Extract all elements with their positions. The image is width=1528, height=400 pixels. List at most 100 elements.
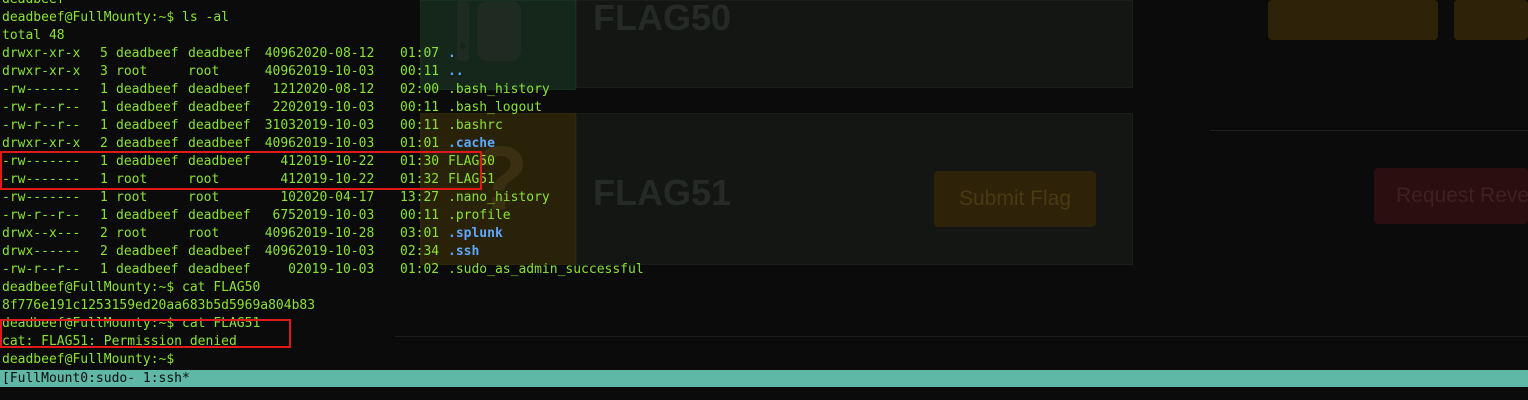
ls-entry-row: drwx--x--- 2 root root 40962019-10-28 03:01 .s… bbox=[2, 225, 503, 243]
prompt: deadbeef@FullMounty:~$ bbox=[2, 352, 175, 367]
ls-directory-name: .splunk bbox=[448, 226, 503, 241]
ls-date: 2019-10-03 bbox=[296, 100, 375, 115]
ls-file-name: .bashrc bbox=[448, 118, 503, 133]
prompt-line-current[interactable]: deadbeef@FullMounty:~$ bbox=[2, 351, 174, 369]
ls-entry-row: drwxr-xr-x 3 root root 40962019-10-03 00:11.. bbox=[2, 63, 464, 81]
ls-date: 2019-10-03 bbox=[296, 244, 375, 259]
ls-entry-row: -rw-r--r-- 1 deadbeef deadbeef 31032019-10-0… bbox=[2, 117, 503, 135]
ls-time: 00:11 bbox=[400, 208, 440, 223]
ls-group: root bbox=[188, 226, 220, 241]
ls-n: 1 bbox=[100, 190, 108, 205]
ls-n: 1 bbox=[100, 82, 108, 97]
ls-perm: drwxr-xr-x bbox=[2, 46, 81, 61]
ls-owner: deadbeef bbox=[116, 244, 179, 259]
ls-entry-row: -rw------- 1 deadbeef deadbeef 1212020-08-12… bbox=[2, 81, 550, 99]
ls-owner: deadbeef bbox=[116, 262, 179, 277]
ls-perm: -rw-r--r-- bbox=[2, 208, 81, 223]
ls-size: 10 bbox=[280, 190, 296, 205]
ls-perm: drwxr-xr-x bbox=[2, 64, 81, 79]
ls-perm: -rw------- bbox=[2, 82, 81, 97]
ls-perm: -rw-r--r-- bbox=[2, 262, 81, 277]
ls-total: total 48 bbox=[2, 28, 65, 43]
ls-date: 2020-08-12 bbox=[296, 82, 375, 97]
ls-directory-name: .. bbox=[448, 64, 464, 79]
ls-time: 02:00 bbox=[400, 82, 440, 97]
ls-date: 2020-08-12 bbox=[296, 46, 375, 61]
ls-date: 2020-04-17 bbox=[296, 190, 375, 205]
ls-perm: drwx------ bbox=[2, 244, 81, 259]
ls-group: deadbeef bbox=[188, 100, 251, 115]
ls-date: 2019-10-03 bbox=[296, 118, 375, 133]
ls-file-name: .profile bbox=[448, 208, 511, 223]
ls-n: 2 bbox=[100, 226, 108, 241]
ls-perm: -rw------- bbox=[2, 190, 81, 205]
ls-time: 02:34 bbox=[400, 244, 440, 259]
ls-n: 1 bbox=[100, 118, 108, 133]
ls-time: 00:11 bbox=[400, 118, 440, 133]
ls-size: 4096 bbox=[264, 46, 296, 61]
ls-size: 4096 bbox=[264, 244, 296, 259]
ls-entry-row: -rw------- 1 root root 102020-04-17 13:27 .nan… bbox=[2, 189, 550, 207]
ls-time: 00:11 bbox=[400, 64, 440, 79]
ls-time: 01:07 bbox=[400, 46, 440, 61]
ls-n: 1 bbox=[100, 262, 108, 277]
ls-group: root bbox=[188, 190, 220, 205]
highlight-box-flag-files bbox=[0, 151, 482, 190]
ls-size: 675 bbox=[272, 208, 296, 223]
ls-perm: -rw-r--r-- bbox=[2, 118, 81, 133]
ls-entry-row: drwx------ 2 deadbeef deadbeef 40962019-10-0… bbox=[2, 243, 479, 261]
ls-time: 00:11 bbox=[400, 100, 440, 115]
ls-directory-name: .cache bbox=[448, 136, 495, 151]
ls-n: 3 bbox=[100, 64, 108, 79]
ls-n: 1 bbox=[100, 208, 108, 223]
prompt-line-cat-flag50: deadbeef@FullMounty:~$ cat FLAG50 bbox=[2, 279, 260, 297]
ls-perm: drwx--x--- bbox=[2, 226, 81, 241]
ls-owner: deadbeef bbox=[116, 100, 179, 115]
ls-size: 0 bbox=[288, 262, 296, 277]
ls-owner: root bbox=[116, 64, 148, 79]
ls-date: 2019-10-03 bbox=[296, 64, 375, 79]
terminal-window[interactable]: deadbeef deadbeef@FullMounty:~$ ls -al t… bbox=[0, 0, 1528, 370]
ls-n: 5 bbox=[100, 46, 108, 61]
ls-owner: deadbeef bbox=[116, 208, 179, 223]
ls-size: 121 bbox=[272, 82, 296, 97]
ls-group: deadbeef bbox=[188, 118, 251, 133]
ls-group: deadbeef bbox=[188, 262, 251, 277]
ls-entry-row: drwxr-xr-x 5 deadbeef deadbeef 40962020-08-1… bbox=[2, 45, 456, 63]
ls-group: deadbeef bbox=[188, 46, 251, 61]
ls-n: 2 bbox=[100, 244, 108, 259]
ls-size: 220 bbox=[272, 100, 296, 115]
ls-group: deadbeef bbox=[188, 82, 251, 97]
ls-size: 4096 bbox=[264, 64, 296, 79]
ls-file-name: .sudo_as_admin_successful bbox=[448, 262, 644, 277]
ls-file-name: .bash_history bbox=[448, 82, 550, 97]
ls-group: deadbeef bbox=[188, 244, 251, 259]
command-text: cat FLAG50 bbox=[182, 280, 261, 295]
ls-owner: root bbox=[116, 190, 148, 205]
ls-owner: root bbox=[116, 226, 148, 241]
highlight-box-permission-denied bbox=[0, 319, 291, 348]
prompt: deadbeef@FullMounty:~$ bbox=[2, 280, 175, 295]
flag50-hash-output: 8f776e191c1253159ed20aa683b5d5969a804b83 bbox=[2, 298, 316, 313]
ls-owner: deadbeef bbox=[116, 82, 179, 97]
ls-time: 03:01 bbox=[400, 226, 440, 241]
ls-size: 4096 bbox=[264, 226, 296, 241]
prompt-line-ls: deadbeef@FullMounty:~$ ls -al bbox=[2, 9, 229, 27]
ls-time: 01:02 bbox=[400, 262, 440, 277]
ls-entry-row: -rw-r--r-- 1 deadbeef deadbeef 02019-10-03 01… bbox=[2, 261, 644, 279]
ls-file-name: .bash_logout bbox=[448, 100, 542, 115]
ls-group: root bbox=[188, 64, 220, 79]
ls-time: 13:27 bbox=[400, 190, 440, 205]
ls-n: 1 bbox=[100, 100, 108, 115]
ls-directory-name: . bbox=[448, 46, 456, 61]
ls-size: 3103 bbox=[264, 118, 296, 133]
ls-entry-row: -rw-r--r-- 1 deadbeef deadbeef 6752019-10-03… bbox=[2, 207, 511, 225]
ls-date: 2019-10-03 bbox=[296, 262, 375, 277]
ls-group: deadbeef bbox=[188, 208, 251, 223]
ls-entry-row: -rw-r--r-- 1 deadbeef deadbeef 2202019-10-03… bbox=[2, 99, 542, 117]
tmux-status-bar: [FullMount0:sudo- 1:ssh* bbox=[0, 370, 1528, 387]
ls-directory-name: .ssh bbox=[448, 244, 480, 259]
ls-date: 2019-10-28 bbox=[296, 226, 375, 241]
prompt: deadbeef@FullMounty:~$ bbox=[2, 10, 175, 25]
ls-perm: -rw-r--r-- bbox=[2, 100, 81, 115]
